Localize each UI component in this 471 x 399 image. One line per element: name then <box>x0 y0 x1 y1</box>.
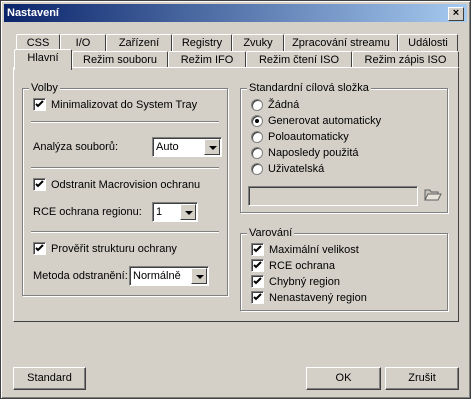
verify-structure-label: Prověřit strukturu ochrany <box>51 242 177 255</box>
tab-sounds[interactable]: Zvuky <box>232 34 284 52</box>
radio-dot <box>251 99 263 111</box>
chevron-down-icon[interactable] <box>180 204 196 220</box>
verify-structure-checkbox[interactable]: Prověřit strukturu ochrany <box>33 242 177 255</box>
divider <box>31 167 219 169</box>
settings-window: Nastavení × CSS I/O Zařízení Registry Zv… <box>0 0 471 399</box>
close-button[interactable]: × <box>448 7 464 21</box>
folder-open-icon[interactable] <box>424 187 442 206</box>
standard-button[interactable]: Standard <box>13 367 86 390</box>
ok-button[interactable]: OK <box>306 367 381 390</box>
cancel-button[interactable]: Zrušit <box>385 367 459 390</box>
radio-semi-auto[interactable]: Poloautomaticky <box>251 131 349 143</box>
radio-last-used[interactable]: Naposledy použitá <box>251 147 359 159</box>
radio-dot <box>251 163 263 175</box>
divider <box>31 121 219 123</box>
tab-panel-main: Volby Minimalizovat do System Tray Analý… <box>13 67 459 322</box>
radio-none-label: Žádná <box>268 99 300 111</box>
removal-method-value: Normálně <box>133 270 181 282</box>
rce-region-select[interactable]: 1 <box>152 202 198 222</box>
radio-user-defined[interactable]: Uživatelská <box>251 163 324 175</box>
warning-unset-region-checkbox[interactable]: Nenastavený region <box>251 291 367 304</box>
warnings-group-title: Varování <box>247 227 295 239</box>
radio-none[interactable]: Žádná <box>251 99 299 111</box>
chevron-down-icon[interactable] <box>191 268 207 284</box>
file-analysis-value: Auto <box>156 141 179 153</box>
tab-events[interactable]: Události <box>398 34 458 52</box>
file-analysis-label: Analýza souborů: <box>33 141 118 153</box>
warning-max-size-label: Maximální velikost <box>269 243 359 256</box>
rce-region-label: RCE ochrana regionu: <box>33 206 142 218</box>
minimize-tray-label: Minimalizovat do System Tray <box>51 98 198 111</box>
warning-max-size-checkbox[interactable]: Maximální velikost <box>251 243 359 256</box>
chevron-down-icon[interactable] <box>204 139 220 155</box>
macrovision-checkbox[interactable]: Odstranit Macrovision ochranu <box>33 178 200 191</box>
radio-last-used-label: Naposledy použitá <box>268 147 359 159</box>
warning-bad-region-label: Chybný region <box>269 275 340 288</box>
warning-unset-region-label: Nenastavený region <box>269 291 367 304</box>
warning-rce-checkbox[interactable]: RCE ochrana <box>251 259 335 272</box>
radio-dot <box>251 131 263 143</box>
checkbox-box <box>33 98 46 111</box>
tab-devices[interactable]: Zařízení <box>106 34 172 52</box>
tab-main[interactable]: Hlavní <box>14 49 72 70</box>
tab-stream-processing[interactable]: Zpracování streamu <box>284 34 398 52</box>
macrovision-label: Odstranit Macrovision ochranu <box>51 178 201 191</box>
checkbox-box <box>251 243 264 256</box>
tab-registry[interactable]: Registry <box>172 34 232 52</box>
warnings-group: Varování Maximální velikost RCE ochrana … <box>240 227 448 311</box>
radio-auto-generate-label: Generovat automaticky <box>268 115 382 127</box>
checkbox-box <box>251 275 264 288</box>
radio-dot-selected <box>251 115 263 127</box>
warning-bad-region-checkbox[interactable]: Chybný region <box>251 275 340 288</box>
options-group-title: Volby <box>29 82 60 94</box>
removal-method-select[interactable]: Normálně <box>129 266 209 286</box>
file-analysis-select[interactable]: Auto <box>152 137 222 157</box>
removal-method-label: Metoda odstranění: <box>33 270 128 282</box>
divider <box>31 231 219 233</box>
checkbox-box <box>33 178 46 191</box>
checkbox-box <box>33 242 46 255</box>
radio-dot <box>251 147 263 159</box>
minimize-tray-checkbox[interactable]: Minimalizovat do System Tray <box>33 98 197 111</box>
window-title: Nastavení <box>7 7 59 19</box>
radio-user-defined-label: Uživatelská <box>268 163 325 175</box>
title-bar: Nastavení × <box>4 4 467 22</box>
target-folder-group-title: Standardní cílová složka <box>247 82 371 94</box>
rce-region-value: 1 <box>156 206 163 218</box>
target-folder-group: Standardní cílová složka Žádná Generovat… <box>240 82 448 213</box>
options-group: Volby Minimalizovat do System Tray Analý… <box>22 82 228 296</box>
checkbox-box <box>251 259 264 272</box>
radio-semi-auto-label: Poloautomaticky <box>268 131 349 143</box>
target-folder-path-field[interactable] <box>248 186 418 206</box>
warning-rce-label: RCE ochrana <box>269 259 336 272</box>
radio-auto-generate[interactable]: Generovat automaticky <box>251 115 381 127</box>
checkbox-box <box>251 291 264 304</box>
